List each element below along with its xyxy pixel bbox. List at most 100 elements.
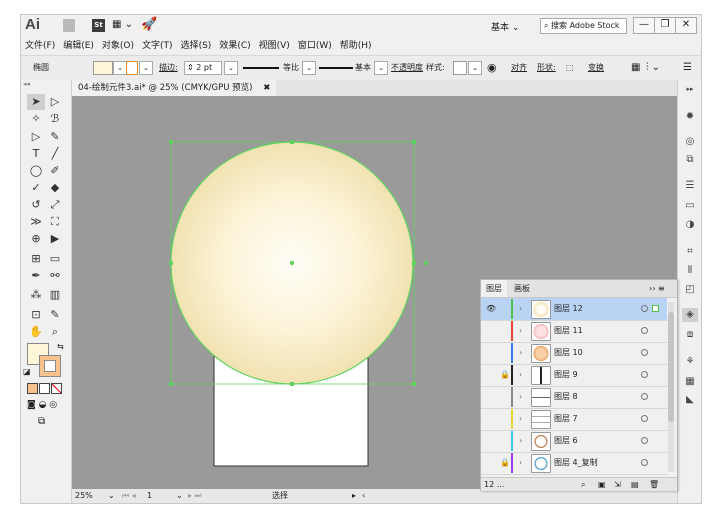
direct-selection-tool-icon[interactable]: ▷ — [46, 94, 64, 110]
expand-arrow-icon[interactable]: › — [519, 386, 522, 408]
graph-tool-icon[interactable]: ▥ — [46, 287, 64, 303]
fill-swatch[interactable] — [93, 61, 113, 75]
layer-name[interactable]: 图层 10 — [554, 342, 583, 364]
page-number[interactable]: 1 — [147, 489, 152, 503]
stock-icon[interactable]: St — [92, 19, 105, 32]
shaper-tool-icon[interactable]: ✓ — [27, 180, 45, 196]
lasso-tool-icon[interactable]: ℬ — [46, 111, 64, 127]
arrange-documents-icon[interactable]: ▦ ⌄ — [112, 19, 133, 30]
none-mode-icon[interactable] — [51, 383, 62, 394]
document-tab[interactable]: 04-绘制元件3.ai* @ 25% (CMYK/GPU 预览) ✖ — [72, 80, 277, 96]
stroke-weight-dropdown[interactable]: ⌄ — [224, 61, 238, 75]
swap-colors-icon[interactable]: ⇆ — [57, 342, 64, 351]
menu-help[interactable]: 帮助(H) — [336, 37, 376, 55]
layer-row[interactable]: 👁 › 图层 12 — [481, 298, 667, 321]
visibility-eye-icon[interactable]: 👁 — [486, 298, 496, 320]
layer-row[interactable]: › 图层 7 — [481, 408, 667, 431]
scale-tool-icon[interactable]: ⤢ — [46, 197, 64, 213]
magic-wand-tool-icon[interactable]: ✧ — [27, 111, 45, 127]
align-panel-icon[interactable]: ⫴ — [682, 264, 698, 278]
screen-mode-icon[interactable]: ⧉ — [38, 416, 45, 427]
zoom-level[interactable]: 25% — [75, 489, 93, 503]
menu-effect[interactable]: 效果(C) — [215, 37, 254, 55]
target-circle-icon[interactable] — [641, 415, 648, 422]
collapse-icon[interactable]: ◂◂ — [23, 80, 30, 88]
pathfinder-icon[interactable]: ◰ — [682, 283, 698, 297]
style-dropdown[interactable]: ⌄ — [468, 61, 482, 75]
layers-panel-icon[interactable]: ◈ — [682, 308, 698, 322]
menu-object[interactable]: 对象(O) — [98, 37, 138, 55]
transform-link[interactable]: 变换 — [588, 61, 604, 75]
free-transform-tool-icon[interactable]: ⛶ — [46, 214, 64, 230]
expand-arrow-icon[interactable]: › — [519, 408, 522, 430]
selection-tool-icon[interactable]: ➤ — [27, 94, 45, 110]
artboard-tool-icon[interactable]: ⊡ — [27, 307, 45, 323]
layer-name[interactable]: 图层 6 — [554, 430, 578, 452]
gradient-tool-icon[interactable]: ▭ — [46, 251, 64, 267]
symbols-icon[interactable]: ◣ — [682, 393, 698, 407]
target-circle-icon[interactable] — [641, 327, 648, 334]
hand-tool-icon[interactable]: ✋ — [27, 324, 45, 340]
stroke-label[interactable]: 描边: — [159, 61, 178, 75]
stroke-weight-input[interactable]: ⇕ 2 pt — [184, 61, 222, 75]
stroke-swatch[interactable] — [126, 61, 138, 75]
target-circle-icon[interactable] — [641, 437, 648, 444]
delete-layer-icon[interactable]: 🗑 — [649, 478, 659, 491]
gpu-rocket-icon[interactable]: 🚀 — [141, 17, 157, 32]
isolate-icon[interactable]: ⫶ ⌄ — [646, 61, 660, 75]
layer-row[interactable]: › 图层 8 — [481, 386, 667, 409]
layer-name[interactable]: 图层 4_复制 — [554, 452, 598, 474]
gradient-panel-icon[interactable]: ▭ — [682, 199, 698, 213]
lock-icon[interactable]: 🔒 — [500, 452, 510, 474]
target-circle-icon[interactable] — [641, 459, 648, 466]
eyedropper-tool-icon[interactable]: ✒ — [27, 268, 45, 284]
rotate-tool-icon[interactable]: ↺ — [27, 197, 45, 213]
color-mode-icon[interactable] — [27, 383, 38, 394]
appearance-icon[interactable]: ◎ — [682, 135, 698, 149]
line-tool-icon[interactable]: ╱ — [46, 146, 64, 162]
blend-tool-icon[interactable]: ⚯ — [46, 268, 64, 284]
clipping-mask-icon[interactable]: ▣ — [598, 478, 606, 491]
menu-select[interactable]: 选择(S) — [177, 37, 216, 55]
stock-search-input[interactable]: ⌕ 搜索 Adobe Stock — [540, 18, 627, 34]
layer-row[interactable]: › 图层 10 — [481, 342, 667, 365]
swatches-icon[interactable]: ⚘ — [682, 355, 698, 369]
page-dropdown[interactable]: ⌄ — [176, 489, 183, 503]
layer-row[interactable]: 🔒 › 图层 9 — [481, 364, 667, 387]
shape-icon[interactable]: ⬚ — [566, 61, 574, 75]
shape-builder-tool-icon[interactable]: ⊕ — [27, 231, 45, 247]
menu-file[interactable]: 文件(F) — [21, 37, 59, 55]
curvature-tool-icon[interactable]: ✎ — [46, 129, 64, 145]
paintbrush-tool-icon[interactable]: ✐ — [46, 163, 64, 179]
zoom-dropdown[interactable]: ⌄ — [108, 489, 115, 503]
first-page-icon[interactable]: ⏮ ◂ — [122, 489, 136, 503]
zoom-tool-icon[interactable]: ⌕ — [46, 324, 64, 340]
control-menu-icon[interactable]: ☰ — [683, 61, 692, 75]
pen-tool-icon[interactable]: ▷ — [27, 129, 45, 145]
home-icon[interactable] — [63, 19, 75, 32]
gradient-mode-icon[interactable] — [39, 383, 50, 394]
tab-artboards[interactable]: 画板 — [509, 280, 535, 297]
target-circle-icon[interactable] — [641, 393, 648, 400]
brush-label[interactable]: 基本 — [355, 61, 371, 75]
stroke-panel-icon[interactable]: ☰ — [682, 179, 698, 193]
status-menu-icon[interactable]: ▸ — [352, 489, 356, 503]
profile-label[interactable]: 等比 — [283, 61, 299, 75]
workspace-switcher[interactable]: 基本 ⌄ — [491, 20, 519, 33]
minimize-button[interactable]: — — [633, 17, 655, 34]
color-guide-icon[interactable]: ✹ — [682, 110, 698, 124]
mesh-tool-icon[interactable]: ⊞ — [27, 251, 45, 267]
expand-arrow-icon[interactable]: › — [519, 452, 522, 474]
brushes-icon[interactable]: ▦ — [682, 375, 698, 389]
expand-arrow-icon[interactable]: › — [519, 430, 522, 452]
arrange-icon[interactable]: ▦ — [631, 61, 640, 75]
layer-row[interactable]: › 图层 11 — [481, 320, 667, 343]
transparency-icon[interactable]: ◑ — [682, 218, 698, 232]
opacity-label[interactable]: 不透明度 — [391, 61, 423, 75]
dock-collapse-icon[interactable]: ▸▸ — [682, 82, 698, 96]
expand-arrow-icon[interactable]: › — [519, 342, 522, 364]
fill-dropdown[interactable]: ⌄ — [113, 61, 127, 75]
selection-indicator[interactable] — [652, 305, 659, 312]
stroke-color-box[interactable] — [39, 355, 61, 377]
target-circle-icon[interactable] — [641, 371, 648, 378]
